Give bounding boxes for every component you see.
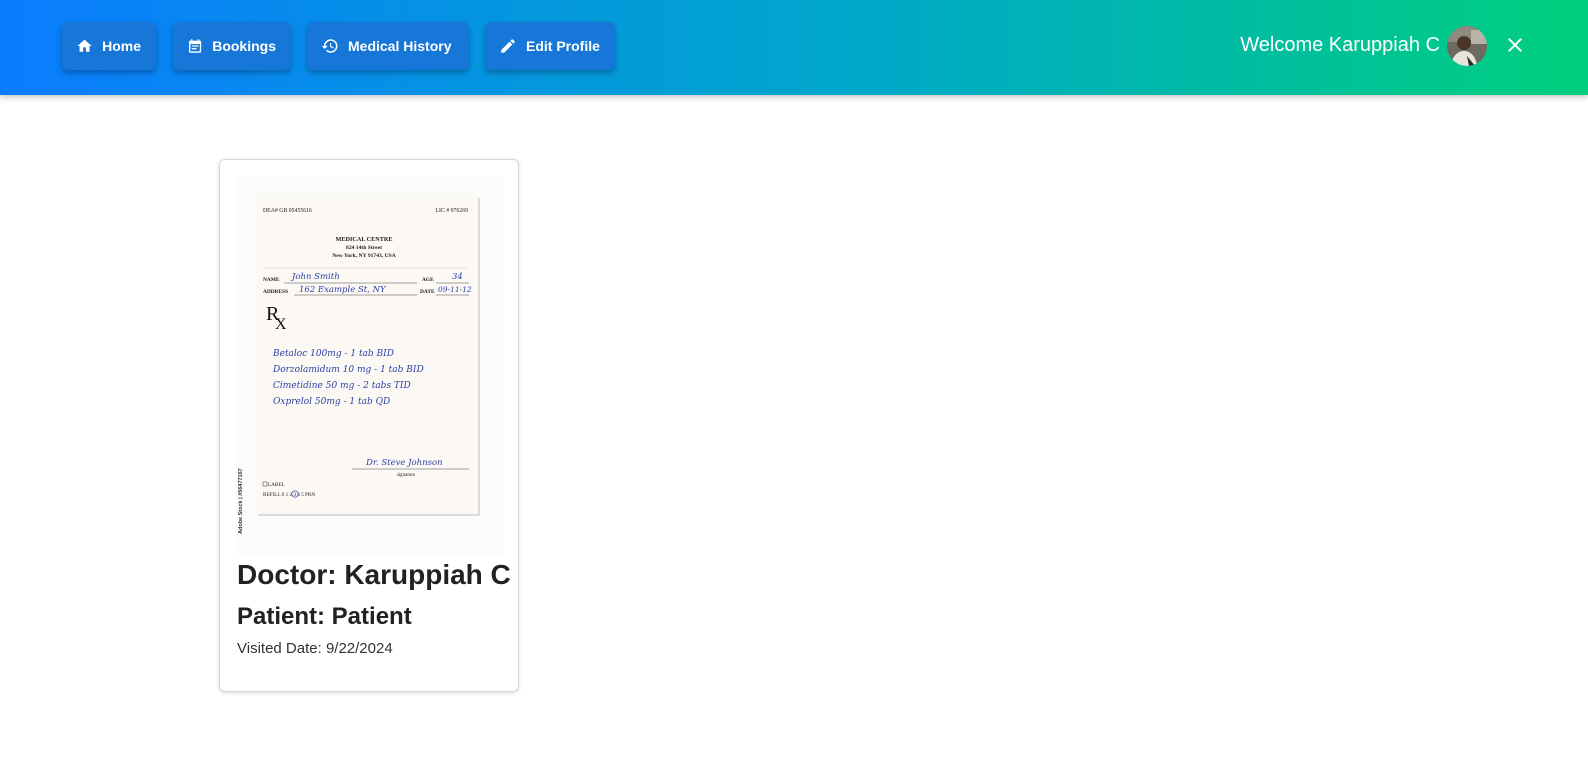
home-button[interactable]: Home xyxy=(62,22,156,70)
calendar-icon xyxy=(189,39,202,53)
close-icon xyxy=(1508,38,1522,52)
stock-watermark: Adobe Stock | #56477167 xyxy=(238,468,244,534)
user-photo-icon xyxy=(1447,26,1487,66)
refill-text: REFILL 0 1 2 3 4 5 PRN xyxy=(263,492,315,498)
pencil-icon xyxy=(501,39,515,53)
close-button[interactable] xyxy=(1503,33,1527,57)
home-button-label: Home xyxy=(102,38,141,54)
medication-line: Betaloc 100mg - 1 tab BID xyxy=(272,349,394,359)
medical-history-button[interactable]: Medical History xyxy=(307,22,469,70)
home-icon xyxy=(77,39,92,52)
doctor-name: Doctor: Karuppiah C xyxy=(237,559,511,590)
clinic-city: New York, NY 91743, USA xyxy=(332,253,396,259)
rx-symbol-x: X xyxy=(275,316,287,333)
visited-date: Visited Date: 9/22/2024 xyxy=(237,640,393,657)
patient-name-handwritten: John Smith xyxy=(290,272,340,282)
medication-line: Cimetidine 50 mg - 2 tabs TID xyxy=(273,381,411,391)
prescription-image: Adobe Stock | #56477167 DEA# GB 05455616… xyxy=(236,176,504,554)
edit-profile-button-label: Edit Profile xyxy=(526,38,600,54)
medical-record-card[interactable]: Adobe Stock | #56477167 DEA# GB 05455616… xyxy=(219,159,519,692)
clinic-street: 824 14th Street xyxy=(346,245,382,251)
date-label: DATE xyxy=(420,289,435,295)
bookings-button[interactable]: Bookings xyxy=(173,22,291,70)
label-text: LABEL xyxy=(268,482,285,488)
age-label: AGE xyxy=(422,277,434,283)
medication-line: Oxprelol 50mg - 1 tab QD xyxy=(273,397,390,407)
address-label: ADDRESS xyxy=(263,289,288,295)
doctor-signature: Dr. Steve Johnson xyxy=(365,458,443,468)
address-handwritten: 162 Example St, NY xyxy=(299,285,387,295)
medication-line: Dorzolamidum 10 mg - 1 tab BID xyxy=(272,365,424,375)
license-number: LIC # 976269 xyxy=(435,208,468,214)
age-handwritten: 34 xyxy=(452,272,463,282)
history-icon xyxy=(321,39,338,53)
bookings-button-label: Bookings xyxy=(212,38,276,54)
signature-label: signature xyxy=(397,473,416,478)
edit-profile-button[interactable]: Edit Profile xyxy=(485,22,615,70)
welcome-text: Welcome Karuppiah C xyxy=(1240,34,1440,56)
patient-name: Patient: Patient xyxy=(237,603,412,630)
clinic-name: MEDICAL CENTRE xyxy=(336,236,393,243)
avatar[interactable] xyxy=(1447,26,1487,66)
medical-history-button-label: Medical History xyxy=(348,38,452,54)
top-nav-bar: Home Bookings Medical History Edit Profi… xyxy=(0,0,1588,95)
name-label: NAME xyxy=(263,277,280,283)
date-handwritten: 09-11-12 xyxy=(438,285,472,294)
dea-number: DEA# GB 05455616 xyxy=(263,208,312,214)
